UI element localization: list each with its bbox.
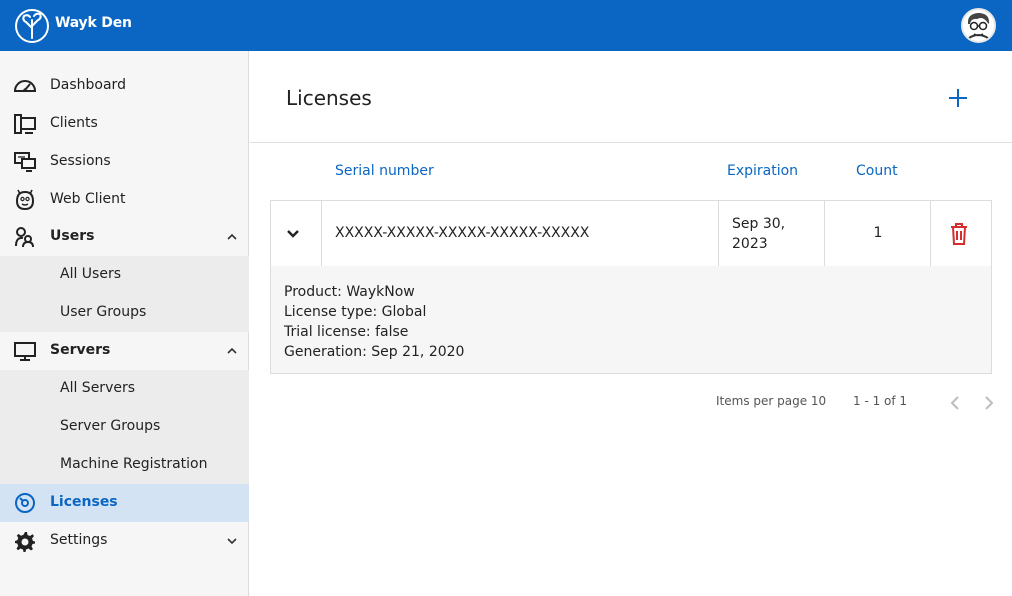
- sidebar-item-user-groups[interactable]: User Groups: [0, 294, 249, 332]
- chevron-left-icon[interactable]: [948, 395, 962, 411]
- sidebar-item-clients[interactable]: Clients: [0, 105, 249, 143]
- detail-product: Product: WaykNow: [284, 284, 415, 300]
- sidebar-item-label: Server Groups: [60, 418, 161, 434]
- sidebar-item-licenses[interactable]: Licenses: [0, 484, 249, 522]
- trash-icon[interactable]: [948, 222, 970, 246]
- sidebar-item-label: Sessions: [50, 153, 111, 169]
- screens-icon: [14, 152, 36, 172]
- detail-license-type: License type: Global: [284, 304, 427, 320]
- tree-logo-icon[interactable]: [14, 8, 50, 44]
- sidebar-item-sessions[interactable]: Sessions: [0, 143, 249, 181]
- users-icon: [15, 227, 34, 248]
- sidebar-item-settings[interactable]: Settings: [0, 522, 249, 560]
- sidebar-item-label: User Groups: [60, 304, 147, 320]
- detail-generation: Generation: Sep 21, 2020: [284, 344, 465, 360]
- add-license-button[interactable]: [947, 87, 969, 109]
- chevron-up-icon[interactable]: [226, 346, 238, 356]
- users-submenu: All Users User Groups: [0, 256, 249, 332]
- top-app-bar: Wayk Den: [0, 0, 1012, 51]
- cell-divider: [321, 201, 322, 266]
- license-expiration: Sep 30, 2023: [732, 214, 822, 254]
- sidebar-item-label: Settings: [50, 532, 108, 548]
- sidebar-item-label: Licenses: [50, 494, 118, 510]
- pagination-range: 1 - 1 of 1: [853, 394, 908, 408]
- sidebar: Dashboard Clients Sessions Web Client Us…: [0, 51, 249, 596]
- chevron-up-icon[interactable]: [226, 232, 238, 242]
- sidebar-item-dashboard[interactable]: Dashboard: [0, 67, 249, 105]
- sidebar-item-all-servers[interactable]: All Servers: [0, 370, 249, 408]
- app-name: Wayk Den: [55, 15, 132, 31]
- expiration-date: Sep 30,: [732, 216, 786, 232]
- sidebar-item-machine-registration[interactable]: Machine Registration: [0, 446, 249, 484]
- gauge-icon: [13, 80, 37, 92]
- column-header-expiration[interactable]: Expiration: [727, 163, 798, 179]
- items-per-page-select[interactable]: Items per page 10: [716, 394, 826, 408]
- sidebar-item-label: Web Client: [50, 191, 126, 207]
- license-icon: [15, 493, 35, 513]
- license-count: 1: [873, 225, 883, 241]
- cell-divider: [718, 201, 719, 266]
- sidebar-item-server-groups[interactable]: Server Groups: [0, 408, 249, 446]
- chevron-down-icon[interactable]: [283, 225, 303, 243]
- sidebar-item-web-client[interactable]: Web Client: [0, 181, 249, 219]
- mascot-icon: [15, 189, 35, 211]
- column-header-serial[interactable]: Serial number: [335, 163, 434, 179]
- chevron-right-icon[interactable]: [982, 395, 996, 411]
- sidebar-item-label: All Users: [60, 266, 122, 282]
- gear-icon: [15, 532, 35, 552]
- sidebar-item-label: Dashboard: [50, 77, 126, 93]
- detail-trial: Trial license: false: [284, 324, 409, 340]
- servers-submenu: All Servers Server Groups Machine Regist…: [0, 370, 249, 484]
- column-header-count[interactable]: Count: [856, 163, 898, 179]
- sidebar-item-servers[interactable]: Servers: [0, 332, 249, 370]
- user-avatar[interactable]: [961, 8, 996, 43]
- page-title: Licenses: [286, 86, 372, 110]
- chevron-down-icon[interactable]: [226, 536, 238, 546]
- sidebar-item-label: Clients: [50, 115, 98, 131]
- avatar-face-icon: [967, 13, 990, 39]
- license-details-panel: Product: WaykNow License type: Global Tr…: [270, 266, 992, 374]
- monitor-icon: [14, 342, 36, 361]
- sidebar-item-label: All Servers: [60, 380, 136, 396]
- monitors-icon: [14, 114, 36, 134]
- sidebar-item-all-users[interactable]: All Users: [0, 256, 249, 294]
- table-row: XXXXX-XXXXX-XXXXX-XXXXX-XXXXX Sep 30, 20…: [270, 200, 992, 267]
- sidebar-item-label: Users: [50, 228, 95, 244]
- sidebar-item-users[interactable]: Users: [0, 218, 249, 256]
- expiration-year: 2023: [732, 236, 768, 252]
- sidebar-item-label: Servers: [50, 342, 111, 358]
- license-serial: XXXXX-XXXXX-XXXXX-XXXXX-XXXXX: [335, 225, 590, 241]
- main-content: Licenses Serial number Expiration Count …: [250, 51, 1012, 596]
- sidebar-item-label: Machine Registration: [60, 456, 208, 472]
- page-header: Licenses: [250, 51, 1012, 143]
